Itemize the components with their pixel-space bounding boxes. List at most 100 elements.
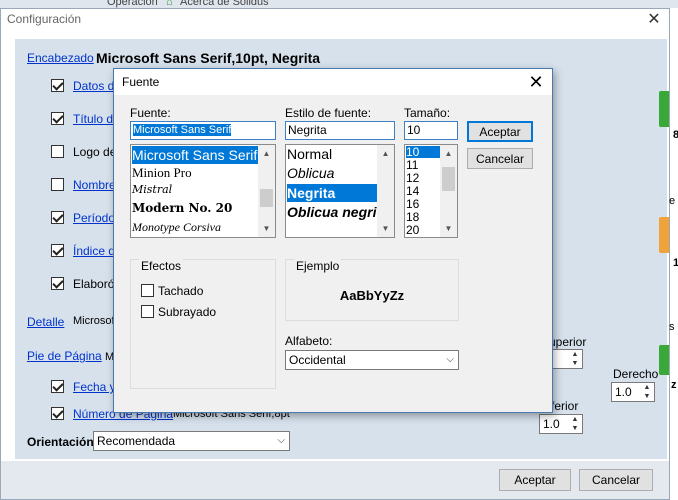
alfabeto-label: Alfabeto:: [285, 334, 333, 348]
tamano-list-item[interactable]: 18: [406, 211, 419, 223]
scroll-up-icon[interactable]: ▲: [440, 145, 457, 162]
fuente-list-item[interactable]: Microsoft Sans Serif: [132, 146, 258, 164]
scroll-down-icon[interactable]: ▼: [258, 220, 275, 237]
pie-link[interactable]: Pie de Página: [27, 349, 102, 363]
checkbox-indice[interactable]: [51, 244, 64, 257]
tamano-input[interactable]: 10: [404, 121, 458, 140]
config-accept-button[interactable]: Aceptar: [499, 469, 571, 491]
spin-arrows-icon[interactable]: ▲ ▼: [568, 350, 582, 368]
scroll-up-icon[interactable]: ▲: [377, 145, 394, 162]
config-footer: Aceptar Cancelar: [1, 461, 669, 499]
side-fragment-b: e: [669, 195, 676, 207]
config-cancel-button[interactable]: Cancelar: [579, 469, 653, 491]
orientacion-select[interactable]: Recomendada ⌵: [93, 431, 290, 451]
detalle-font-value: Microsoft: [73, 315, 118, 327]
orientacion-value: Recomendada: [97, 434, 176, 448]
menu-operacion[interactable]: Operación: [107, 0, 158, 8]
estilo-list-item[interactable]: Negrita: [287, 184, 377, 202]
checkbox-elaboro[interactable]: [51, 277, 64, 290]
config-titlebar: Configuración ✕: [1, 9, 669, 31]
estilo-list[interactable]: Normal Oblicua Negrita Oblicua negrita ▲…: [285, 144, 395, 238]
estilo-list-item[interactable]: Normal: [287, 146, 332, 162]
tamano-list-item[interactable]: 12: [406, 172, 419, 184]
chevron-down-icon: ⌵: [277, 435, 285, 446]
tamano-label: Tamaño:: [404, 106, 451, 120]
checkbox-fecha[interactable]: [51, 380, 64, 393]
fuente-label: Fuente:: [130, 106, 171, 120]
side-tab-orange[interactable]: [659, 217, 669, 253]
side-fragment-d: s: [669, 321, 675, 333]
scroll-thumb[interactable]: [260, 189, 273, 207]
fuente-input[interactable]: Microsoft Sans Serif: [130, 121, 276, 140]
ejemplo-preview: AaBbYyZz: [339, 288, 405, 303]
menu-acerca[interactable]: Acerca de Solidus: [180, 0, 269, 8]
side-fragment-a: 8: [673, 129, 678, 141]
tachado-checkbox[interactable]: [141, 284, 154, 297]
margen-inferior-spin[interactable]: 1.0 ▲ ▼: [539, 414, 583, 434]
fuente-scrollbar[interactable]: ▲ ▼: [258, 145, 275, 237]
side-tab-green-2[interactable]: [659, 345, 669, 375]
home-icon: ⌂: [166, 0, 173, 8]
scroll-down-icon[interactable]: ▼: [377, 220, 394, 237]
scroll-thumb[interactable]: [442, 167, 455, 191]
side-fragment-e: z: [671, 379, 677, 391]
tamano-list-item[interactable]: 16: [406, 198, 419, 210]
margen-inferior-value: 1.0: [543, 417, 560, 431]
tamano-list-item[interactable]: 20: [406, 224, 419, 236]
checkbox-titulo[interactable]: [51, 112, 64, 125]
tamano-list-item[interactable]: 14: [406, 185, 419, 197]
ejemplo-label: Ejemplo: [294, 259, 342, 273]
margen-derecho-label: Derecho: [613, 367, 659, 381]
font-cancel-button[interactable]: Cancelar: [467, 148, 533, 169]
fuente-list-item[interactable]: Monotype Corsiva: [132, 220, 221, 235]
config-title: Configuración: [7, 12, 82, 26]
checkbox-numero-pagina[interactable]: [51, 407, 64, 420]
font-dialog-titlebar: Fuente ✕: [114, 69, 552, 95]
fuente-list-item[interactable]: Mistral: [132, 183, 172, 196]
tamano-scrollbar[interactable]: ▲ ▼: [440, 145, 457, 237]
efectos-label: Efectos: [139, 259, 184, 273]
fuente-list[interactable]: Microsoft Sans Serif Minion Pro Mistral …: [130, 144, 276, 238]
checkbox-periodo[interactable]: [51, 211, 64, 224]
font-dialog-close-icon[interactable]: ✕: [524, 71, 548, 93]
tamano-list-item[interactable]: 10: [406, 146, 440, 158]
font-accept-button[interactable]: Aceptar: [467, 121, 533, 142]
margen-derecho-spin[interactable]: 1.0 ▲ ▼: [611, 382, 655, 402]
side-tab-green[interactable]: [659, 91, 669, 127]
subrayado-label: Subrayado: [158, 305, 217, 319]
subrayado-checkbox[interactable]: [141, 305, 154, 318]
item-periodo[interactable]: Período: [73, 211, 115, 225]
scroll-down-icon[interactable]: ▼: [440, 220, 457, 237]
tamano-list-item[interactable]: 11: [406, 159, 418, 171]
spin-arrows-icon[interactable]: ▲ ▼: [640, 383, 654, 401]
chevron-down-icon: ⌵: [446, 354, 454, 365]
encabezado-link[interactable]: Encabezado: [27, 51, 94, 65]
side-fragment-c: 1: [673, 257, 678, 269]
config-close-icon[interactable]: ✕: [643, 10, 665, 30]
estilo-scrollbar[interactable]: ▲ ▼: [377, 145, 394, 237]
alfabeto-value: Occidental: [289, 353, 346, 367]
fuente-list-item[interactable]: Modern No. 20: [132, 201, 232, 215]
margen-derecho-value: 1.0: [615, 385, 632, 399]
estilo-label: Estilo de fuente:: [285, 106, 372, 120]
spin-arrows-icon[interactable]: ▲ ▼: [568, 415, 582, 433]
font-dialog-title: Fuente: [122, 75, 160, 89]
alfabeto-select[interactable]: Occidental ⌵: [285, 350, 459, 370]
fuente-list-item[interactable]: Minion Pro: [132, 165, 192, 181]
font-dialog: Fuente ✕ Fuente: Microsoft Sans Serif Mi…: [113, 68, 553, 413]
estilo-input[interactable]: Negrita: [285, 121, 395, 140]
checkbox-logo[interactable]: [51, 145, 64, 158]
encabezado-font-value: Microsoft Sans Serif,10pt, Negrita: [96, 50, 321, 66]
scroll-up-icon[interactable]: ▲: [258, 145, 275, 162]
background-app-strip: Operación ⌂ Acerca de Solidus: [0, 0, 678, 8]
checkbox-datos[interactable]: [51, 79, 64, 92]
estilo-list-item[interactable]: Oblicua: [287, 165, 334, 181]
estilo-list-item[interactable]: Oblicua negrita: [287, 204, 389, 220]
margen-superior-label: uperior: [549, 335, 587, 349]
tachado-label: Tachado: [158, 284, 204, 298]
checkbox-nombre[interactable]: [51, 178, 64, 191]
item-elaboro: Elaboró: [73, 277, 115, 291]
tamano-list[interactable]: 10 11 12 14 16 18 20 ▲ ▼: [404, 144, 458, 238]
detalle-link[interactable]: Detalle: [27, 315, 64, 329]
orientacion-label: Orientación: [27, 435, 94, 449]
